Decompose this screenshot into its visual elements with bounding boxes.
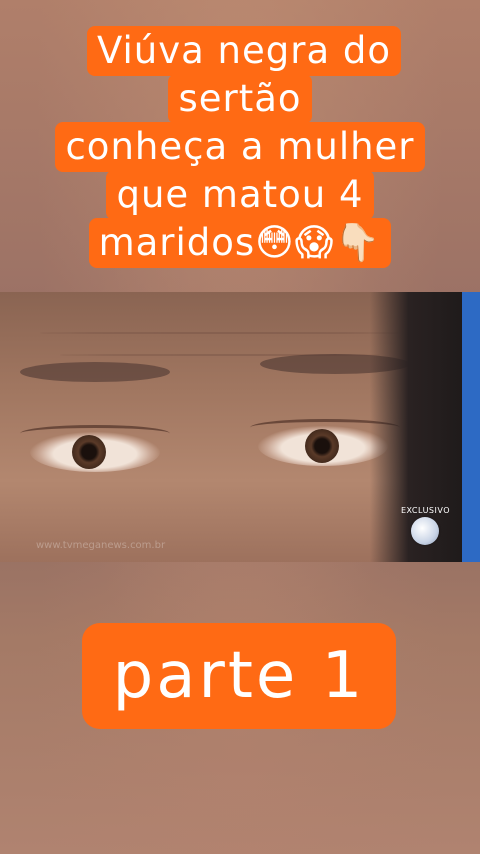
headline-line-4: que matou 4 <box>106 170 374 220</box>
left-eyebrow <box>20 362 170 382</box>
headline-line-5: maridos😳😱👇🏻 <box>88 218 392 268</box>
forehead-wrinkle <box>40 332 400 334</box>
part-label: parte 1 <box>82 623 396 729</box>
headline-line-2: sertão <box>168 74 312 124</box>
headline-line-3: conheça a mulher <box>55 122 425 172</box>
headline-caption: Viúva negra do sertão conheça a mulher q… <box>0 26 480 268</box>
headline-line-1: Viúva negra do <box>86 26 402 76</box>
right-iris <box>305 429 339 463</box>
video-watermark: www.tvmeganews.com.br <box>36 540 166 551</box>
channel-logo: EXCLUSIVO <box>401 506 450 545</box>
broadcaster-logo-icon <box>411 517 440 545</box>
background-blue-edge <box>462 292 480 562</box>
exclusive-label: EXCLUSIVO <box>400 506 450 515</box>
video-frame[interactable]: www.tvmeganews.com.br EXCLUSIVO <box>0 292 480 562</box>
left-iris <box>72 435 106 469</box>
